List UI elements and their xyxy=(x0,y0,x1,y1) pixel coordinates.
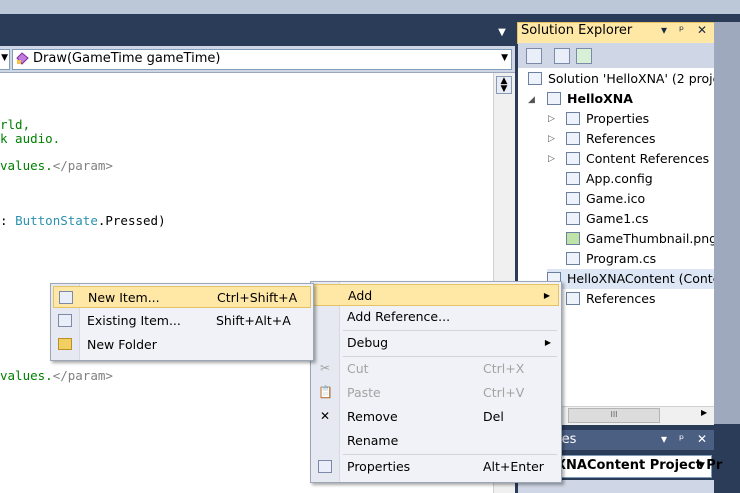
submenu-arrow-icon: ▶ xyxy=(543,291,550,300)
properties-toolbar-icon[interactable] xyxy=(526,48,542,64)
tree-node-content-references[interactable]: References xyxy=(566,289,655,309)
menu-item-rename[interactable]: Rename xyxy=(313,430,559,452)
references-folder-icon xyxy=(566,292,580,305)
solution-icon xyxy=(528,72,542,85)
collapse-icon[interactable]: ◢ xyxy=(528,95,535,105)
scissors-icon: ✂ xyxy=(319,361,331,375)
code-line: k audio. xyxy=(0,131,61,146)
project-icon xyxy=(547,92,561,105)
expand-icon[interactable]: ▷ xyxy=(548,154,555,164)
tree-node-hello-xna[interactable]: HelloXNA xyxy=(547,89,633,109)
member-combo-value: Draw(GameTime gameTime) xyxy=(33,51,221,66)
menu-separator xyxy=(343,356,557,357)
title-band xyxy=(0,0,740,14)
editor-splitter-icon[interactable]: ▲ ▼ xyxy=(496,76,512,94)
submenu-arrow-icon: ▶ xyxy=(544,338,551,347)
cs-file-icon xyxy=(566,252,580,265)
tree-node-properties[interactable]: Properties xyxy=(566,109,649,129)
menu-item-new-folder[interactable]: New Folder xyxy=(53,334,311,356)
cs-file-icon xyxy=(566,212,580,225)
content-references-icon xyxy=(566,152,580,165)
type-combo[interactable]: ▼ xyxy=(0,49,10,70)
code-line: values.</param> xyxy=(0,368,113,383)
side-scroll-region xyxy=(714,22,740,424)
show-all-files-icon[interactable] xyxy=(554,48,570,64)
menu-separator xyxy=(343,330,557,331)
code-line: : ButtonState.Pressed) xyxy=(0,213,166,228)
chevron-down-icon: ▼ xyxy=(698,461,705,471)
scroll-right-icon[interactable]: ▶ xyxy=(701,408,707,417)
method-icon xyxy=(16,52,29,65)
paste-icon: 📋 xyxy=(318,385,333,399)
menu-item-new-item[interactable]: New Item... Ctrl+Shift+A xyxy=(53,286,311,308)
properties-icon xyxy=(318,460,332,473)
config-file-icon xyxy=(566,172,580,185)
solution-explorer-title: Solution Explorer xyxy=(521,23,633,38)
code-line: values.</param> xyxy=(0,158,113,173)
tree-node-references[interactable]: References xyxy=(566,129,655,149)
menu-item-add[interactable]: Add ▶ xyxy=(313,284,559,306)
chevron-down-icon: ▼ xyxy=(1,53,8,63)
window-position-icon[interactable]: ▾ xyxy=(661,432,667,446)
refresh-icon[interactable] xyxy=(576,48,592,64)
context-menu: Add ▶ Add Reference... Debug ▶ ✂ Cut Ctrl+X… xyxy=(310,281,562,483)
new-item-icon xyxy=(59,291,73,304)
references-folder-icon xyxy=(566,132,580,145)
close-icon[interactable]: ✕ xyxy=(697,432,707,446)
existing-item-icon xyxy=(58,314,72,327)
tab-dropdown-icon[interactable]: ▼ xyxy=(495,26,509,40)
pin-icon[interactable]: ᵖ xyxy=(679,23,684,37)
image-file-icon xyxy=(566,232,580,245)
tree-node-app-config[interactable]: App.config xyxy=(566,169,653,189)
scrollbar-thumb[interactable]: III xyxy=(568,408,660,423)
window-position-icon[interactable]: ▾ xyxy=(661,23,667,37)
folder-icon xyxy=(58,338,72,350)
menu-item-paste[interactable]: 📋 Paste Ctrl+V xyxy=(313,382,559,404)
close-icon[interactable]: ✕ xyxy=(697,23,707,37)
remove-x-icon: ✕ xyxy=(319,409,331,423)
menu-separator xyxy=(343,454,557,455)
pin-icon[interactable]: ᵖ xyxy=(679,432,684,446)
menu-item-remove[interactable]: ✕ Remove Del xyxy=(313,406,559,428)
chevron-down-icon: ▼ xyxy=(501,53,508,63)
menu-item-debug[interactable]: Debug ▶ xyxy=(313,332,559,354)
member-combo[interactable]: Draw(GameTime gameTime) ▼ xyxy=(12,49,512,70)
window-frame xyxy=(0,14,740,22)
document-tab-strip xyxy=(0,22,515,46)
code-navigation-bar: ▼ Draw(GameTime gameTime) ▼ xyxy=(0,46,515,73)
expand-icon[interactable]: ▷ xyxy=(548,134,555,144)
expand-icon[interactable]: ▷ xyxy=(548,114,555,124)
tree-node-game-ico[interactable]: Game.ico xyxy=(566,189,645,209)
add-submenu: New Item... Ctrl+Shift+A Existing Item...… xyxy=(50,283,314,361)
menu-item-existing-item[interactable]: Existing Item... Shift+Alt+A xyxy=(53,310,311,332)
menu-item-cut[interactable]: ✂ Cut Ctrl+X xyxy=(313,358,559,380)
code-line: rld, xyxy=(0,117,31,132)
menu-item-add-reference[interactable]: Add Reference... xyxy=(313,306,559,328)
tree-node-program-cs[interactable]: Program.cs xyxy=(566,249,656,269)
tree-node-solution[interactable]: Solution 'HelloXNA' (2 proje xyxy=(528,69,714,89)
tree-node-content-project[interactable]: HelloXNAContent (Conte xyxy=(547,269,714,289)
properties-folder-icon xyxy=(566,112,580,125)
tree-node-content-references[interactable]: Content References xyxy=(566,149,709,169)
tree-node-game1-cs[interactable]: Game1.cs xyxy=(566,209,649,229)
tree-node-game-thumbnail[interactable]: GameThumbnail.png xyxy=(566,229,714,249)
solution-explorer-toolbar xyxy=(518,43,714,68)
menu-item-properties[interactable]: Properties Alt+Enter xyxy=(313,456,559,478)
icon-file-icon xyxy=(566,192,580,205)
